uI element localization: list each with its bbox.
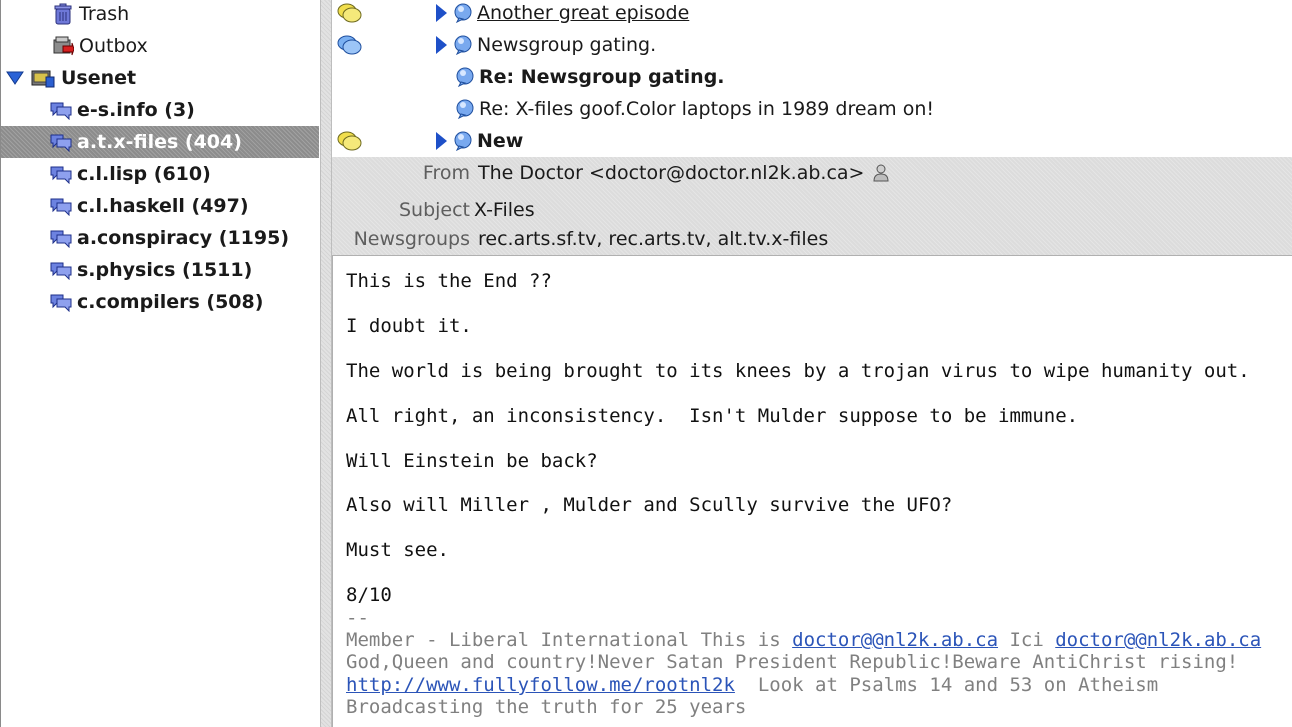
folder-outbox-label: Outbox (79, 35, 148, 57)
newsgroup-item[interactable]: a.conspiracy (1195) (1, 222, 319, 254)
folder-tree[interactable]: Trash Outbox Usenet e-s.info (3) a.t.x-f… (0, 0, 320, 727)
newsgroup-item[interactable]: c.compilers (508) (1, 286, 319, 318)
email-link[interactable]: doctor@@nl2k.ab.ca (792, 629, 998, 651)
signature-text: Look at Psalms 14 and 53 on Atheism (734, 674, 1159, 696)
folder-trash[interactable]: Trash (1, 0, 319, 30)
header-from-value[interactable]: The Doctor <doctor@doctor.nl2k.ab.ca> (478, 162, 864, 184)
thread-status-icon (336, 33, 364, 62)
folder-outbox[interactable]: Outbox (1, 30, 319, 62)
message-icon (453, 131, 473, 151)
signature-line: God,Queen and country!Never Satan Presid… (346, 651, 1239, 673)
body-line: I doubt it. (346, 315, 472, 337)
newsgroup-icon (49, 290, 73, 314)
message-icon (453, 35, 473, 55)
signature-separator: -- (346, 607, 369, 629)
signature-line: Member - Liberal International This is d… (346, 629, 1261, 651)
message-row[interactable]: Newsgroup gating. (332, 29, 1292, 61)
folder-trash-label: Trash (79, 3, 130, 25)
message-body[interactable]: This is the End ?? I doubt it. The world… (332, 255, 1292, 727)
url-link[interactable]: http://www.fullyfollow.me/rootnl2k (346, 674, 735, 696)
thread-status-icon (336, 129, 364, 158)
body-line: Will Einstein be back? (346, 450, 598, 472)
newsgroup-icon (49, 226, 73, 250)
newsgroup-label: a.t.x-files (404) (77, 131, 242, 153)
message-subject: Another great episode (477, 2, 690, 24)
header-newsgroups: Newsgroups rec.arts.sf.tv, rec.arts.tv, … (332, 228, 829, 250)
pane-splitter[interactable] (320, 0, 332, 727)
body-line: Must see. (346, 539, 449, 561)
newsgroup-label: a.conspiracy (1195) (77, 227, 290, 249)
message-icon (455, 67, 475, 87)
newsgroup-label: c.compilers (508) (77, 291, 264, 313)
message-subject: New (477, 130, 524, 152)
message-headers: From The Doctor <doctor@doctor.nl2k.ab.c… (332, 157, 1292, 255)
expand-triangle-icon[interactable] (5, 66, 25, 90)
message-subject: Re: X-files goof.Color laptops in 1989 d… (479, 98, 935, 120)
newsgroup-icon (49, 194, 73, 218)
signature-line: http://www.fullyfollow.me/rootnl2k Look … (346, 674, 1158, 696)
expand-thread-icon[interactable] (436, 36, 447, 54)
newsgroup-icon (49, 258, 73, 282)
message-row[interactable]: Re: X-files goof.Color laptops in 1989 d… (332, 93, 1292, 125)
newsgroup-icon (49, 98, 73, 122)
header-newsgroups-value[interactable]: rec.arts.sf.tv, rec.arts.tv, alt.tv.x-fi… (478, 228, 828, 250)
body-line: 8/10 (346, 584, 392, 606)
body-line: This is the End ?? (346, 270, 552, 292)
newsgroup-item[interactable]: e-s.info (3) (1, 94, 319, 126)
thread-status-icon (336, 1, 364, 30)
signature-text: Member - Liberal International This is (346, 629, 793, 651)
newsgroup-label: e-s.info (3) (77, 99, 195, 121)
header-from-label: From (422, 162, 470, 184)
account-usenet-label: Usenet (61, 67, 137, 89)
expand-thread-icon[interactable] (436, 132, 447, 150)
header-newsgroups-label: Newsgroups (353, 228, 470, 250)
message-row[interactable]: Another great episode (332, 0, 1292, 29)
newsgroup-item-selected[interactable]: a.t.x-files (404) (1, 126, 319, 158)
message-subject: Newsgroup gating. (477, 34, 657, 56)
newsgroup-item[interactable]: s.physics (1511) (1, 254, 319, 286)
signature-text: Ici (998, 629, 1056, 651)
newsgroup-label: c.l.haskell (497) (77, 195, 249, 217)
header-subject-value: X-Files (474, 199, 535, 221)
body-line: All right, an inconsistency. Isn't Mulde… (346, 405, 1079, 427)
newsgroup-server-icon (29, 66, 57, 90)
message-icon (453, 3, 473, 23)
signature-line: Broadcasting the truth for 25 years (346, 696, 747, 718)
expand-thread-icon[interactable] (436, 4, 447, 22)
newsgroup-icon (49, 130, 73, 154)
message-list[interactable]: Another great episode Newsgroup gating. … (332, 0, 1292, 157)
outbox-icon (51, 34, 75, 58)
message-icon (455, 99, 475, 119)
email-link[interactable]: doctor@@nl2k.ab.ca (1055, 629, 1261, 651)
body-line: Also will Miller , Mulder and Scully sur… (346, 494, 953, 516)
contact-person-icon[interactable] (872, 162, 890, 184)
header-from: From The Doctor <doctor@doctor.nl2k.ab.c… (332, 162, 890, 184)
message-subject: Re: Newsgroup gating. (479, 66, 725, 88)
message-row[interactable]: Re: Newsgroup gating. (332, 61, 1292, 93)
newsgroup-label: s.physics (1511) (77, 259, 253, 281)
newsgroup-label: c.l.lisp (610) (77, 163, 211, 185)
account-usenet[interactable]: Usenet (1, 62, 319, 94)
newsgroup-item[interactable]: c.l.haskell (497) (1, 190, 319, 222)
newsgroup-item[interactable]: c.l.lisp (610) (1, 158, 319, 190)
message-row[interactable]: New (332, 125, 1292, 157)
newsgroup-icon (49, 162, 73, 186)
header-subject: Subject X-Files (332, 199, 535, 221)
trash-icon (51, 2, 75, 26)
body-line: The world is being brought to its knees … (346, 360, 1250, 382)
header-subject-label: Subject (398, 199, 470, 221)
